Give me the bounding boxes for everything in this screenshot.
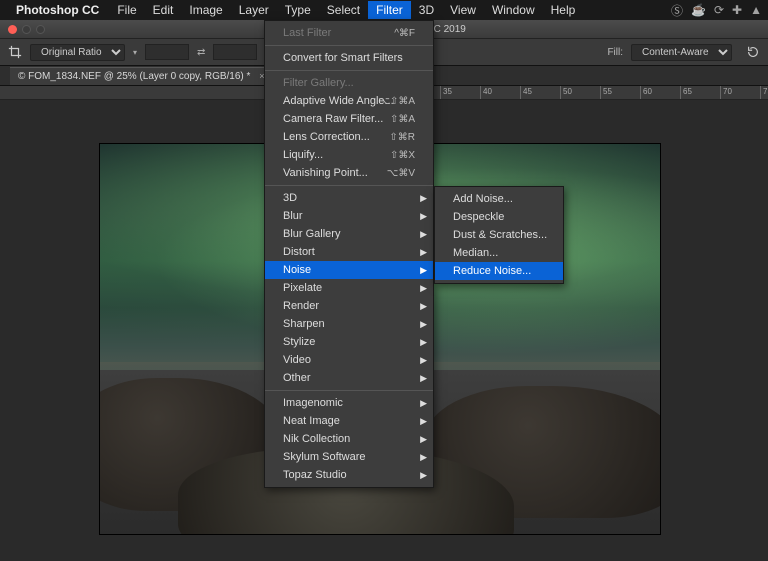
fill-select[interactable]: Content-Aware xyxy=(631,44,732,61)
zoom-window-icon[interactable] xyxy=(36,25,45,34)
filter-vanishing-point[interactable]: Vanishing Point...⌥⌘V xyxy=(265,164,433,182)
filter-liquify[interactable]: Liquify...⇧⌘X xyxy=(265,146,433,164)
noise-despeckle[interactable]: Despeckle xyxy=(435,208,563,226)
filter-camera-raw[interactable]: Camera Raw Filter...⇧⌘A xyxy=(265,110,433,128)
menu-image[interactable]: Image xyxy=(181,1,230,19)
noise-median[interactable]: Median... xyxy=(435,244,563,262)
crop-height-input[interactable] xyxy=(213,44,257,60)
filter-topaz[interactable]: Topaz Studio▶ xyxy=(265,466,433,484)
swap-dimensions-icon[interactable]: ⇄ xyxy=(197,47,205,58)
filter-gallery: Filter Gallery... xyxy=(265,74,433,92)
filter-blur[interactable]: Blur▶ xyxy=(265,207,433,225)
filter-adaptive-wide-angle[interactable]: Adaptive Wide Angle...⌥⇧⌘A xyxy=(265,92,433,110)
ratio-chevron-icon[interactable]: ▾ xyxy=(133,48,137,57)
filter-imagenomic[interactable]: Imagenomic▶ xyxy=(265,394,433,412)
skype-icon[interactable]: Ⓢ xyxy=(671,2,683,19)
crop-tool-icon[interactable] xyxy=(8,45,22,59)
filter-pixelate[interactable]: Pixelate▶ xyxy=(265,279,433,297)
sync-icon[interactable]: ⟳ xyxy=(714,3,724,17)
menu-type[interactable]: Type xyxy=(277,1,319,19)
document-tab-label: © FOM_1834.NEF @ 25% (Layer 0 copy, RGB/… xyxy=(18,71,250,82)
filter-distort[interactable]: Distort▶ xyxy=(265,243,433,261)
minimize-window-icon[interactable] xyxy=(22,25,31,34)
fill-label: Fill: xyxy=(607,47,623,58)
crop-width-input[interactable] xyxy=(145,44,189,60)
reset-icon[interactable] xyxy=(746,45,760,59)
filter-blur-gallery[interactable]: Blur Gallery▶ xyxy=(265,225,433,243)
document-tab[interactable]: © FOM_1834.NEF @ 25% (Layer 0 copy, RGB/… xyxy=(10,67,272,85)
menu-select[interactable]: Select xyxy=(319,1,368,19)
noise-submenu: Add Noise... Despeckle Dust & Scratches.… xyxy=(434,186,564,284)
filter-menu: Last Filter^⌘F Convert for Smart Filters… xyxy=(264,20,434,488)
filter-noise[interactable]: Noise▶ xyxy=(265,261,433,279)
filter-other[interactable]: Other▶ xyxy=(265,369,433,387)
filter-nik-collection[interactable]: Nik Collection▶ xyxy=(265,430,433,448)
menu-file[interactable]: File xyxy=(109,1,144,19)
mac-menubar: Photoshop CC File Edit Image Layer Type … xyxy=(0,0,768,20)
filter-lens-correction[interactable]: Lens Correction...⇧⌘R xyxy=(265,128,433,146)
menu-window[interactable]: Window xyxy=(484,1,543,19)
filter-stylize[interactable]: Stylize▶ xyxy=(265,333,433,351)
menu-help[interactable]: Help xyxy=(543,1,584,19)
filter-render[interactable]: Render▶ xyxy=(265,297,433,315)
filter-sharpen[interactable]: Sharpen▶ xyxy=(265,315,433,333)
filter-neat-image[interactable]: Neat Image▶ xyxy=(265,412,433,430)
noise-dust-scratches[interactable]: Dust & Scratches... xyxy=(435,226,563,244)
filter-video[interactable]: Video▶ xyxy=(265,351,433,369)
plus-icon[interactable]: ✚ xyxy=(732,3,742,17)
aspect-ratio-select[interactable]: Original Ratio xyxy=(30,44,125,61)
menu-3d[interactable]: 3D xyxy=(411,1,442,19)
coffee-icon[interactable]: ☕ xyxy=(691,3,706,17)
triangle-icon[interactable]: ▲ xyxy=(750,3,762,17)
menu-edit[interactable]: Edit xyxy=(145,1,182,19)
menubar-status: Ⓢ ☕ ⟳ ✚ ▲ xyxy=(671,2,762,19)
menu-view[interactable]: View xyxy=(442,1,484,19)
filter-skylum[interactable]: Skylum Software▶ xyxy=(265,448,433,466)
filter-3d[interactable]: 3D▶ xyxy=(265,189,433,207)
menu-layer[interactable]: Layer xyxy=(231,1,277,19)
menu-filter[interactable]: Filter xyxy=(368,1,411,19)
noise-add[interactable]: Add Noise... xyxy=(435,190,563,208)
close-window-icon[interactable] xyxy=(8,25,17,34)
filter-convert-smart[interactable]: Convert for Smart Filters xyxy=(265,49,433,67)
app-name[interactable]: Photoshop CC xyxy=(16,3,99,17)
filter-last: Last Filter^⌘F xyxy=(265,24,433,42)
noise-reduce[interactable]: Reduce Noise... xyxy=(435,262,563,280)
